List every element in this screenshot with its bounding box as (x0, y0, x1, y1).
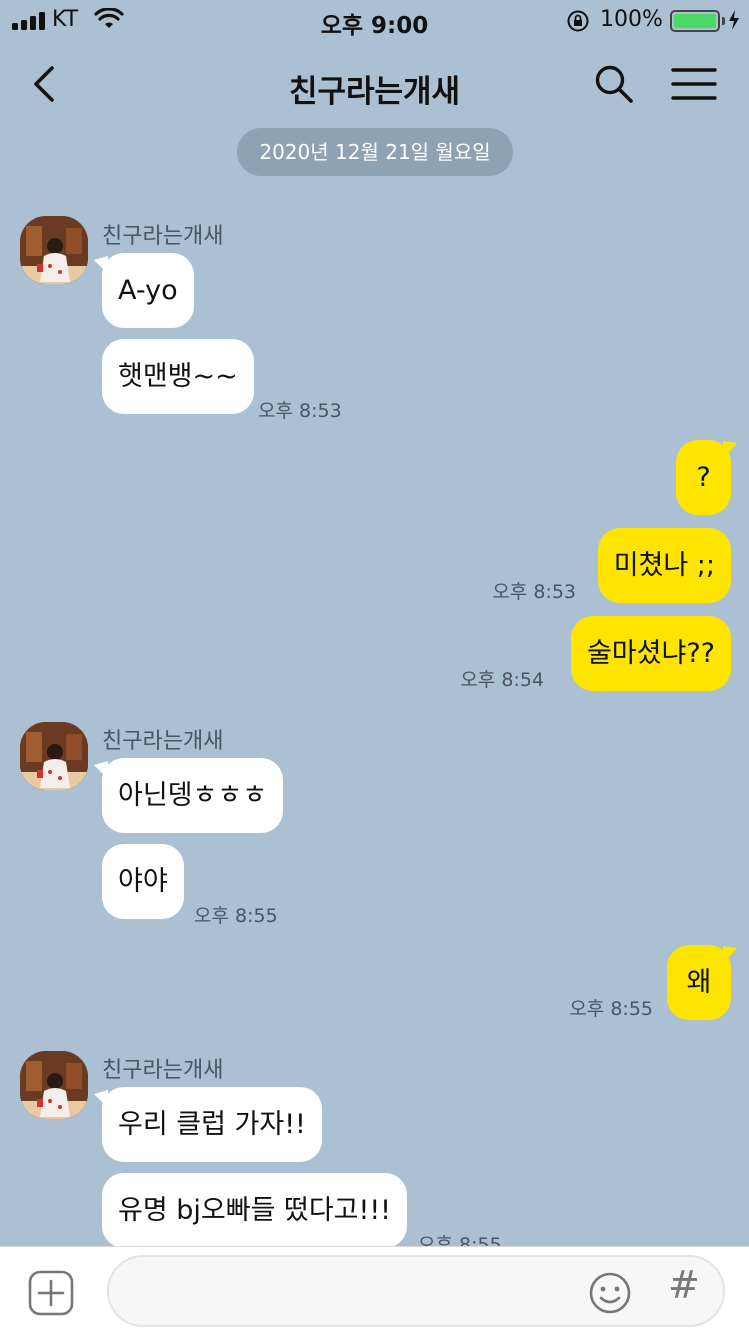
message-bubble[interactable]: 햇맨뱅~~ (102, 339, 254, 414)
message-time: 오후 8:55 (194, 905, 278, 927)
hamburger-menu-icon[interactable] (670, 64, 718, 104)
message-time: 오후 8:53 (258, 400, 342, 422)
search-icon[interactable] (592, 62, 636, 106)
chat-header: 친구라는개새 (0, 40, 749, 130)
message-time: 오후 8:53 (492, 581, 576, 603)
battery-percent: 100% (600, 7, 663, 32)
battery-icon (670, 10, 720, 32)
message-time: 오후 8:55 (569, 998, 653, 1020)
sender-name: 친구라는개새 (102, 1058, 224, 1083)
my-message-bubble[interactable]: 미쳤나 ;; (597, 528, 731, 603)
my-message-bubble[interactable]: 술마셨냐?? (570, 616, 731, 691)
message-bubble[interactable]: 야야 (102, 844, 184, 919)
friend-avatar[interactable] (20, 216, 88, 284)
my-message-bubble[interactable]: 왜 (667, 945, 731, 1020)
message-input[interactable] (107, 1255, 725, 1327)
emoji-icon[interactable] (588, 1271, 632, 1315)
chat-title: 친구라는개새 (288, 74, 461, 110)
friend-avatar[interactable] (20, 1051, 88, 1119)
battery-cap (722, 17, 725, 25)
plus-square-icon[interactable] (28, 1270, 74, 1316)
status-bar: KT 오후 9:00 100% (0, 0, 749, 40)
date-divider: 2020년 12월 21일 월요일 (237, 128, 513, 176)
message-bubble[interactable]: 우리 클럽 가자!! (102, 1087, 322, 1162)
message-time: 오후 8:54 (460, 669, 544, 691)
orientation-lock-icon (567, 10, 589, 32)
sender-name: 친구라는개새 (102, 224, 224, 249)
message-bubble[interactable]: 아닌뎅ㅎㅎㅎ (102, 758, 284, 833)
charging-bolt-icon (729, 10, 739, 30)
message-bubble[interactable]: 유명 bj오빠들 떴다고!!! (102, 1173, 407, 1248)
hashtag-search-button[interactable]: # (668, 1263, 700, 1307)
message-input-bar: # (0, 1246, 749, 1334)
sender-name: 친구라는개새 (102, 729, 224, 754)
friend-avatar[interactable] (20, 722, 88, 790)
my-message-bubble[interactable]: ? (676, 440, 731, 515)
message-bubble[interactable]: A-yo (102, 253, 194, 328)
